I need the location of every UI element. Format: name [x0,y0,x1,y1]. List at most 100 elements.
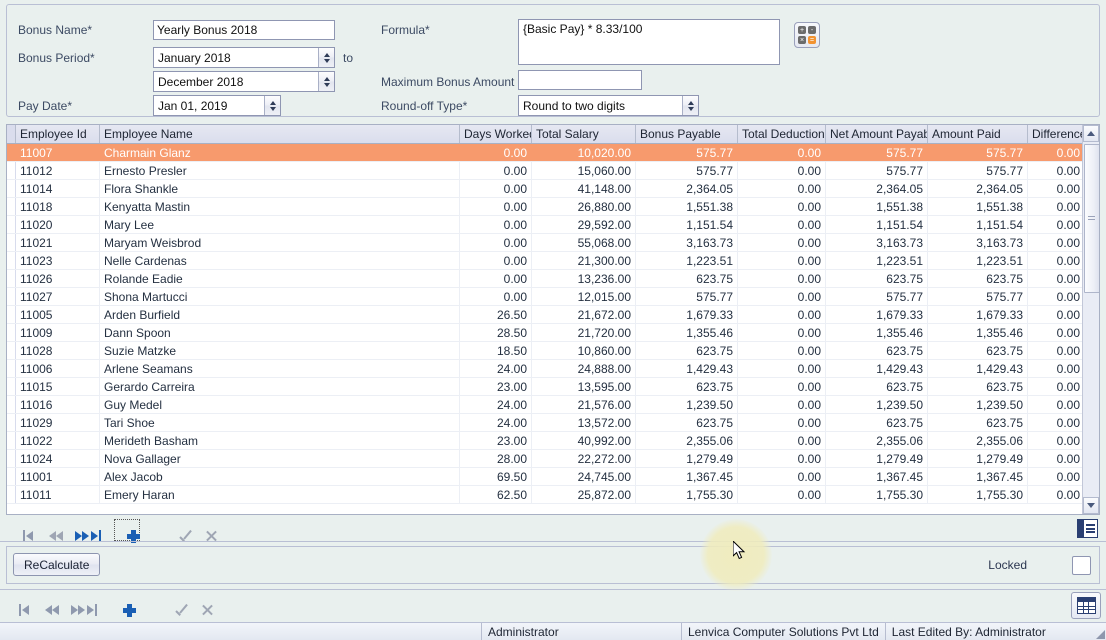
cell-bonus-payable[interactable]: 623.75 [636,270,738,287]
scroll-down-button[interactable] [1083,497,1099,514]
cell-difference[interactable]: 0.00 [1028,360,1085,377]
table-row[interactable]: 11014 Flora Shankle 0.00 41,148.00 2,364.05 0… [7,180,1099,198]
cell-amount-paid[interactable]: 575.77 [928,144,1028,161]
table-row[interactable]: 11024 Nova Gallager 28.00 22,272.00 1,279.49… [7,450,1099,468]
cell-net-amount-payable[interactable]: 1,551.38 [826,198,928,215]
bonus-period-from-stepper[interactable] [318,48,334,67]
table-row[interactable]: 11021 Maryam Weisbrod 0.00 55,068.00 3,163.7… [7,234,1099,252]
cell-bonus-payable[interactable]: 623.75 [636,378,738,395]
cell-days-worked[interactable]: 0.00 [460,252,532,269]
cell-amount-paid[interactable]: 1,151.54 [928,216,1028,233]
cell-net-amount-payable[interactable]: 623.75 [826,270,928,287]
cell-net-amount-payable[interactable]: 1,429.43 [826,360,928,377]
cell-net-amount-payable[interactable]: 1,355.46 [826,324,928,341]
cell-amount-paid[interactable]: 2,355.06 [928,432,1028,449]
column-header-total-salary[interactable]: Total Salary [532,125,636,143]
cell-amount-paid[interactable]: 1,355.46 [928,324,1028,341]
row-gutter[interactable] [7,234,16,251]
table-row[interactable]: 11001 Alex Jacob 69.50 24,745.00 1,367.45 0.0… [7,468,1099,486]
cell-total-deductions[interactable]: 0.00 [738,432,826,449]
row-gutter[interactable] [7,306,16,323]
cell-amount-paid[interactable]: 575.77 [928,288,1028,305]
table-row[interactable]: 11011 Emery Haran 62.50 25,872.00 1,755.30 0.… [7,486,1099,504]
cell-employee-id[interactable]: 11027 [16,288,100,305]
cell-total-salary[interactable]: 55,068.00 [532,234,636,251]
cell-employee-name[interactable]: Arlene Seamans [100,360,460,377]
row-gutter[interactable] [7,396,16,413]
cell-employee-name[interactable]: Mary Lee [100,216,460,233]
cell-total-deductions[interactable]: 0.00 [738,396,826,413]
cell-net-amount-payable[interactable]: 2,355.06 [826,432,928,449]
cell-amount-paid[interactable]: 623.75 [928,342,1028,359]
cell-employee-id[interactable]: 11006 [16,360,100,377]
cell-total-deductions[interactable]: 0.00 [738,234,826,251]
cell-total-deductions[interactable]: 0.00 [738,342,826,359]
cell-bonus-payable[interactable]: 2,355.06 [636,432,738,449]
cell-employee-id[interactable]: 11014 [16,180,100,197]
cell-amount-paid[interactable]: 623.75 [928,270,1028,287]
list-view-icon[interactable] [1077,519,1098,538]
formula-input[interactable] [518,19,780,65]
cell-total-salary[interactable]: 29,592.00 [532,216,636,233]
cell-bonus-payable[interactable]: 623.75 [636,414,738,431]
column-header-employee-name[interactable]: Employee Name [100,125,460,143]
column-header-net-amount-payable[interactable]: Net Amount Payable [826,125,928,143]
table-row[interactable]: 11026 Rolande Eadie 0.00 13,236.00 623.75 0.0… [7,270,1099,288]
row-gutter[interactable] [7,342,16,359]
add-record-icon[interactable] [110,593,136,615]
cell-total-deductions[interactable]: 0.00 [738,270,826,287]
cell-net-amount-payable[interactable]: 1,239.50 [826,396,928,413]
cell-employee-id[interactable]: 11012 [16,162,100,179]
next-record-icon[interactable] [62,519,89,541]
column-header-days-worked[interactable]: Days Worked [460,125,532,143]
cell-total-salary[interactable]: 25,872.00 [532,486,636,503]
first-record-icon[interactable] [6,593,32,616]
cell-total-salary[interactable]: 24,888.00 [532,360,636,377]
pay-date-spinner[interactable]: Jan 01, 2019 [153,95,281,116]
cell-difference[interactable]: 0.00 [1028,306,1085,323]
cell-total-deductions[interactable]: 0.00 [738,180,826,197]
cell-days-worked[interactable]: 26.50 [460,306,532,323]
cell-total-salary[interactable]: 26,880.00 [532,198,636,215]
confirm-edit-icon[interactable] [166,519,192,541]
bonus-period-to-stepper[interactable] [318,72,334,91]
row-gutter[interactable] [7,432,16,449]
cell-employee-id[interactable]: 11021 [16,234,100,251]
cell-total-deductions[interactable]: 0.00 [738,450,826,467]
table-row[interactable]: 11015 Gerardo Carreira 23.00 13,595.00 623.7… [7,378,1099,396]
row-gutter[interactable] [7,180,16,197]
cell-amount-paid[interactable]: 1,429.43 [928,360,1028,377]
last-record-icon[interactable] [84,593,110,616]
cell-employee-name[interactable]: Alex Jacob [100,468,460,485]
cell-net-amount-payable[interactable]: 2,364.05 [826,180,928,197]
column-header-employee-id[interactable]: Employee Id [16,125,100,143]
cell-net-amount-payable[interactable]: 623.75 [826,378,928,395]
cell-employee-id[interactable]: 11007 [16,144,100,161]
row-gutter[interactable] [7,270,16,287]
cell-difference[interactable]: 0.00 [1028,342,1085,359]
previous-record-icon[interactable] [36,519,63,541]
cell-employee-id[interactable]: 11026 [16,270,100,287]
cell-bonus-payable[interactable]: 575.77 [636,144,738,161]
cell-days-worked[interactable]: 24.00 [460,360,532,377]
cell-net-amount-payable[interactable]: 575.77 [826,162,928,179]
table-row[interactable]: 11022 Merideth Basham 23.00 40,992.00 2,355.… [7,432,1099,450]
cell-total-salary[interactable]: 21,672.00 [532,306,636,323]
cell-total-salary[interactable]: 21,300.00 [532,252,636,269]
roundoff-type-spinner[interactable]: Round to two digits [518,95,699,116]
cell-days-worked[interactable]: 62.50 [460,486,532,503]
cell-employee-id[interactable]: 11029 [16,414,100,431]
table-row[interactable]: 11007 Charmain Glanz 0.00 10,020.00 575.77 0.… [7,144,1099,162]
grid-view-icon[interactable] [1071,592,1101,619]
bonus-period-to-spinner[interactable]: December 2018 [153,71,335,92]
cell-amount-paid[interactable]: 623.75 [928,414,1028,431]
cancel-edit-icon[interactable] [188,593,214,615]
cell-total-salary[interactable]: 13,236.00 [532,270,636,287]
calculator-icon[interactable]: + - × = [794,22,820,48]
row-gutter[interactable] [7,414,16,431]
cell-amount-paid[interactable]: 1,367.45 [928,468,1028,485]
cell-net-amount-payable[interactable]: 3,163.73 [826,234,928,251]
cell-net-amount-payable[interactable]: 623.75 [826,414,928,431]
cell-employee-id[interactable]: 11028 [16,342,100,359]
cell-employee-name[interactable]: Guy Medel [100,396,460,413]
